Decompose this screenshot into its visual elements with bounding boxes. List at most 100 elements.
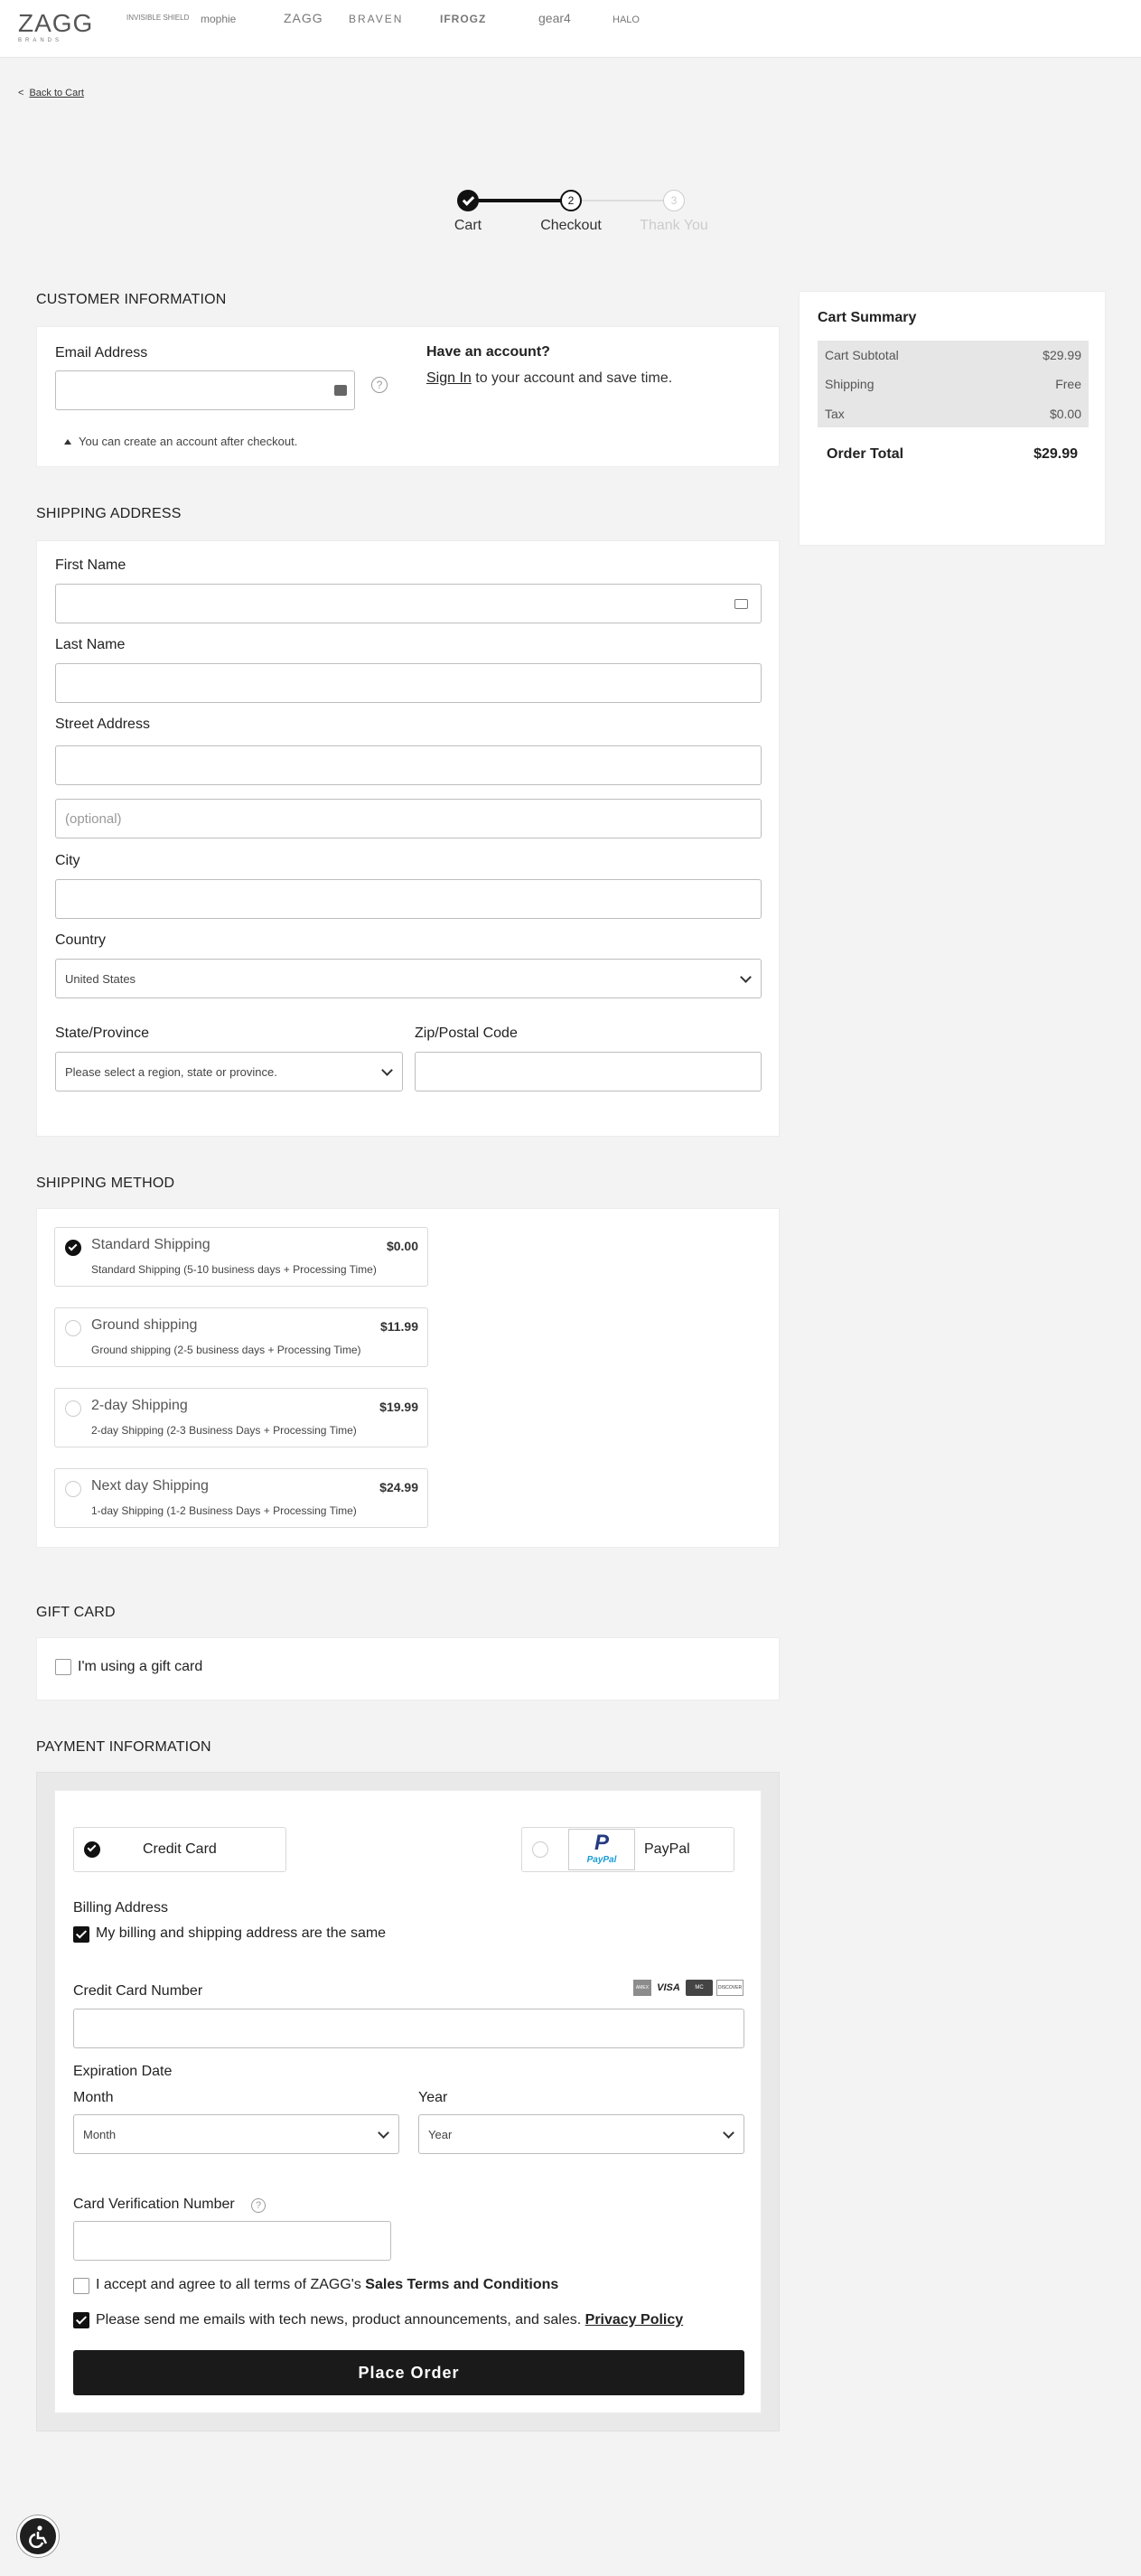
step-checkout-label: Checkout: [540, 218, 602, 233]
summary-row-value: $29.99: [1043, 348, 1081, 362]
year-select[interactable]: Year: [418, 2114, 744, 2154]
cvv-help-icon[interactable]: ?: [251, 2198, 266, 2213]
shipping-address-card: First Name Last Name Street Address (opt…: [36, 540, 780, 1137]
paypal-logo-text: PayPal: [586, 1855, 617, 1865]
billing-same-label[interactable]: My billing and shipping address are the …: [96, 1925, 386, 1942]
shipping-option-standard[interactable]: Standard Shipping $0.00 Standard Shippin…: [54, 1227, 428, 1287]
sign-in-prompt: Sign In to your account and save time.: [426, 370, 672, 387]
visa-icon: VISA: [657, 1982, 680, 1993]
street-address-field[interactable]: [55, 745, 762, 785]
amex-icon: AMEX: [633, 1980, 651, 1996]
radio-selected-icon: [84, 1841, 100, 1858]
cc-number-field[interactable]: [73, 2009, 744, 2048]
privacy-policy-link[interactable]: Privacy Policy: [585, 2312, 684, 2328]
country-value: United States: [65, 971, 136, 986]
terms-checkbox[interactable]: [73, 2278, 89, 2294]
paypal-p-icon: P: [594, 1831, 609, 1855]
customer-info-card: Email Address ? Have an account? Sign In…: [36, 326, 780, 467]
order-total-label: Order Total: [827, 446, 904, 462]
shipping-option-nextday[interactable]: Next day Shipping $24.99 1-day Shipping …: [54, 1468, 428, 1528]
zip-field[interactable]: [415, 1052, 762, 1091]
city-label: City: [55, 853, 80, 868]
brand-mophie[interactable]: mophie: [201, 13, 236, 25]
month-label: Month: [73, 2090, 114, 2105]
shipping-option-name: Next day Shipping: [91, 1478, 209, 1494]
cart-summary-title: Cart Summary: [818, 310, 917, 325]
have-account-heading: Have an account?: [426, 344, 550, 360]
shipping-option-ground[interactable]: Ground shipping $11.99 Ground shipping (…: [54, 1307, 428, 1367]
email-field[interactable]: [55, 370, 355, 410]
step-checkout-indicator: 2: [560, 190, 582, 211]
summary-row-tax: Tax $0.00: [818, 407, 1089, 421]
shipping-option-price: $0.00: [386, 1239, 418, 1253]
last-name-field[interactable]: [55, 663, 762, 703]
country-select[interactable]: United States: [55, 959, 762, 998]
month-select[interactable]: Month: [73, 2114, 399, 2154]
brand-halo[interactable]: HALO: [613, 14, 640, 25]
newsletter-prefix: Please send me emails with tech news, pr…: [96, 2312, 585, 2328]
cc-number-label: Credit Card Number: [73, 1983, 203, 1999]
brand-zagg[interactable]: ZAGG: [284, 11, 323, 25]
radio-empty-icon: [65, 1320, 81, 1336]
radio-selected-icon: [65, 1240, 81, 1256]
site-header: ZAGG BRANDS INVISIBLE SHIELD mophie ZAGG…: [0, 0, 1141, 58]
newsletter-checkbox[interactable]: [73, 2312, 89, 2328]
city-field[interactable]: [55, 879, 762, 919]
state-select[interactable]: Please select a region, state or provinc…: [55, 1052, 403, 1091]
progress-line-done: [468, 199, 571, 202]
paypal-option[interactable]: P PayPal PayPal: [521, 1827, 734, 1872]
brand-invisibleshield[interactable]: INVISIBLE SHIELD: [126, 14, 189, 22]
summary-row-shipping: Shipping Free: [818, 377, 1089, 391]
gift-card-checkbox[interactable]: [55, 1659, 71, 1675]
first-name-field[interactable]: [55, 584, 762, 623]
shipping-method-title: SHIPPING METHOD: [36, 1176, 175, 1191]
email-label: Email Address: [55, 345, 148, 361]
sales-terms-link[interactable]: Sales Terms and Conditions: [365, 2277, 558, 2292]
gift-card-label[interactable]: I'm using a gift card: [78, 1659, 202, 1675]
radio-empty-icon: [65, 1400, 81, 1417]
email-help-icon[interactable]: ?: [371, 377, 388, 393]
credit-card-label: Credit Card: [143, 1841, 217, 1857]
accessibility-button[interactable]: [17, 2515, 59, 2557]
state-label: State/Province: [55, 1026, 150, 1041]
chevron-down-icon: [740, 971, 752, 983]
cvv-label: Card Verification Number: [73, 2197, 235, 2212]
contact-card-icon: [734, 599, 748, 609]
shipping-option-name: Ground shipping: [91, 1317, 198, 1333]
brand-braven[interactable]: BRAVEN: [349, 13, 403, 25]
step-thankyou-indicator: 3: [663, 190, 685, 211]
radio-empty-icon: [532, 1841, 548, 1858]
cvv-field[interactable]: [73, 2221, 391, 2261]
terms-prefix: I accept and agree to all terms of ZAGG'…: [96, 2277, 366, 2292]
shipping-option-desc: 1-day Shipping (1-2 Business Days + Proc…: [91, 1504, 357, 1517]
account-note: You can create an account after checkout…: [64, 435, 297, 448]
summary-row-label: Cart Subtotal: [825, 348, 899, 362]
credit-card-option[interactable]: Credit Card: [73, 1827, 286, 1872]
brand-gear4[interactable]: gear4: [538, 11, 571, 25]
shipping-option-2day[interactable]: 2-day Shipping $19.99 2-day Shipping (2-…: [54, 1388, 428, 1447]
shipping-option-desc: 2-day Shipping (2-3 Business Days + Proc…: [91, 1424, 357, 1437]
account-note-text: You can create an account after checkout…: [79, 435, 298, 448]
zagg-brands-logo[interactable]: ZAGG BRANDS: [18, 11, 92, 47]
billing-same-checkbox[interactable]: [73, 1926, 89, 1943]
brand-ifrogz[interactable]: IFROGZ: [440, 13, 486, 25]
logo-subtitle: BRANDS: [18, 38, 63, 43]
state-value: Please select a region, state or provinc…: [65, 1064, 277, 1079]
shipping-option-price: $24.99: [379, 1480, 418, 1494]
shipping-option-desc: Standard Shipping (5-10 business days + …: [91, 1263, 377, 1276]
street-address-label: Street Address: [55, 717, 150, 732]
summary-row-label: Shipping: [825, 377, 874, 391]
sign-in-link[interactable]: Sign In: [426, 370, 472, 386]
paypal-logo-icon: P PayPal: [568, 1829, 635, 1870]
country-label: Country: [55, 932, 107, 948]
triangle-up-icon: [64, 439, 71, 445]
accessibility-icon: [29, 2525, 48, 2548]
summary-row-label: Tax: [825, 407, 845, 421]
paypal-label: PayPal: [644, 1841, 690, 1857]
payment-info-title: PAYMENT INFORMATION: [36, 1739, 211, 1755]
year-label: Year: [418, 2090, 448, 2105]
street-address-2-field[interactable]: (optional): [55, 799, 762, 838]
chevron-down-icon: [378, 2127, 389, 2139]
back-to-cart-link[interactable]: < Back to Cart: [18, 88, 84, 98]
place-order-button[interactable]: Place Order: [73, 2350, 744, 2395]
